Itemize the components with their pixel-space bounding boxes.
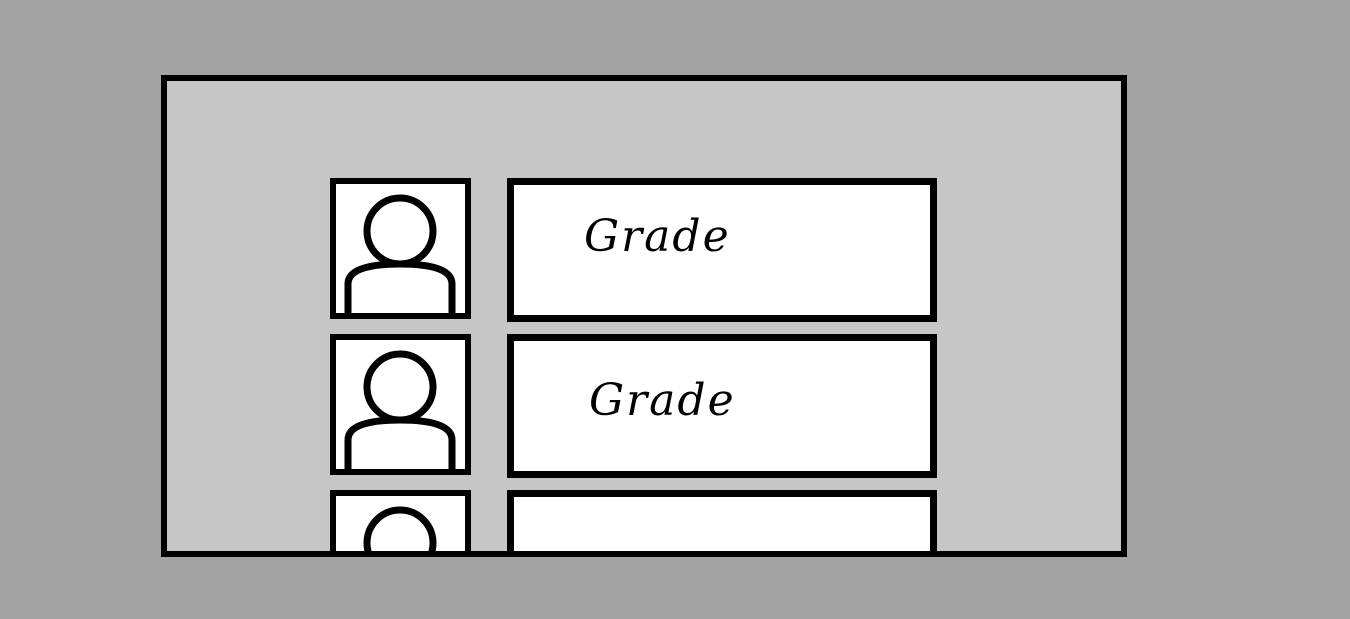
grade-list-panel[interactable]: Grade Grade bbox=[161, 75, 1127, 557]
grade-field[interactable]: Grade bbox=[507, 178, 937, 322]
grade-field[interactable]: Grade bbox=[507, 334, 937, 478]
avatar bbox=[330, 490, 471, 551]
user-icon bbox=[344, 194, 456, 313]
list-item[interactable] bbox=[167, 490, 1121, 551]
grade-field[interactable] bbox=[507, 490, 937, 551]
user-icon bbox=[344, 350, 456, 469]
user-icon bbox=[363, 506, 437, 551]
list-item[interactable]: Grade bbox=[167, 334, 1121, 478]
avatar bbox=[330, 178, 471, 319]
grade-label: Grade bbox=[584, 211, 731, 262]
list-item[interactable]: Grade bbox=[167, 178, 1121, 322]
grade-label: Grade bbox=[589, 375, 736, 426]
avatar bbox=[330, 334, 471, 475]
